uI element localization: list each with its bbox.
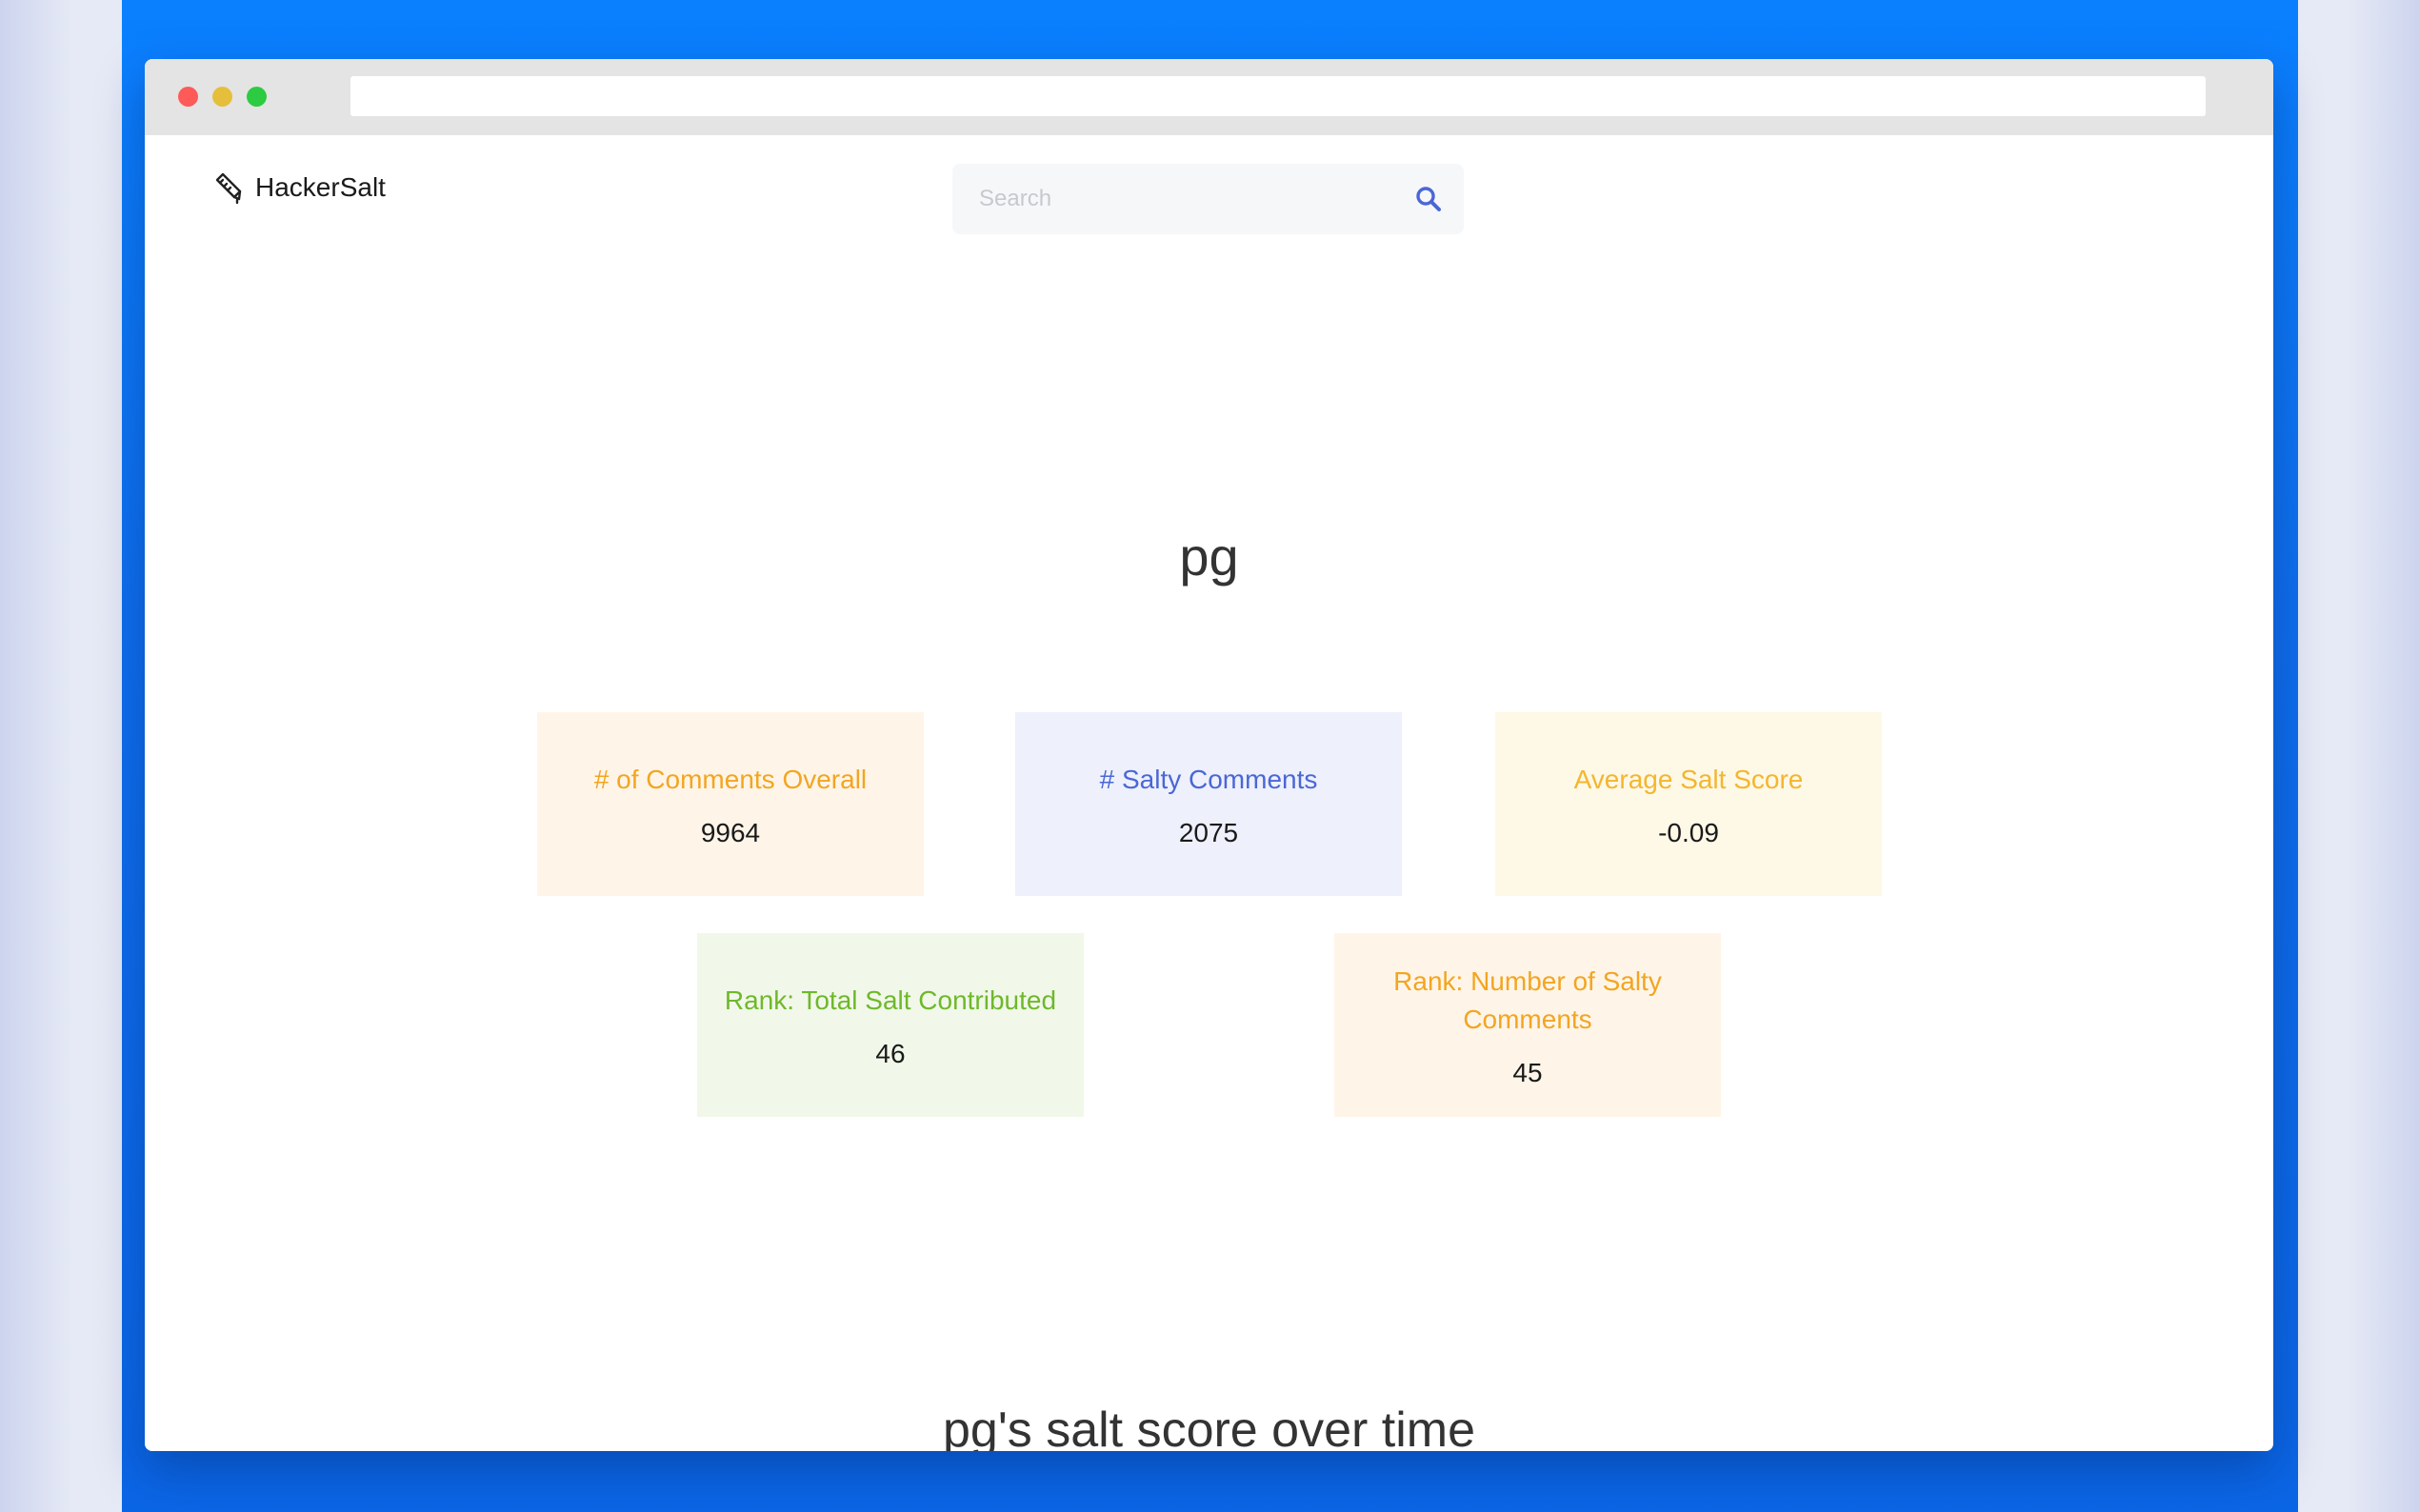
stat-card-comments-overall: # of Comments Overall 9964 — [537, 712, 924, 896]
salt-chart-title: pg's salt score over time — [942, 1403, 1476, 1451]
close-window-button[interactable] — [178, 87, 198, 107]
stat-card-rank-total-salt: Rank: Total Salt Contributed 46 — [697, 933, 1084, 1117]
stat-label: # of Comments Overall — [593, 764, 868, 794]
stat-value: -0.09 — [1658, 817, 1719, 847]
address-bar[interactable] — [350, 76, 2206, 116]
search-bar — [952, 164, 1464, 234]
stat-label: Average Salt Score — [1573, 764, 1804, 794]
stat-value: 46 — [875, 1038, 906, 1068]
stat-label: Rank: Number of Salty Comments — [1393, 965, 1662, 1034]
stat-value: 9964 — [700, 817, 761, 847]
stat-label: Rank: Total Salt Contributed — [724, 985, 1057, 1015]
stat-card-average-salt-score: Average Salt Score -0.09 — [1495, 712, 1882, 896]
minimize-window-button[interactable] — [212, 87, 232, 107]
page-content: HackerSalt pg # of Comments Overall 9964… — [145, 135, 2273, 1451]
search-icon[interactable] — [1414, 185, 1443, 213]
stat-card-rank-salty-comments: Rank: Number of Salty Comments 45 — [1334, 933, 1721, 1117]
stat-value: 2075 — [1178, 817, 1239, 847]
brand-logo[interactable]: HackerSalt — [210, 169, 386, 207]
profile-username: pg — [1179, 527, 1239, 587]
stat-value: 45 — [1512, 1057, 1543, 1087]
browser-titlebar — [145, 59, 2273, 135]
maximize-window-button[interactable] — [247, 87, 267, 107]
stat-card-salty-comments: # Salty Comments 2075 — [1015, 712, 1402, 896]
brand-name: HackerSalt — [255, 172, 386, 202]
search-input[interactable] — [979, 164, 1379, 234]
pencil-ruler-icon — [215, 172, 242, 205]
stat-label: # Salty Comments — [1099, 764, 1318, 794]
browser-window: HackerSalt pg # of Comments Overall 9964… — [145, 59, 2273, 1451]
